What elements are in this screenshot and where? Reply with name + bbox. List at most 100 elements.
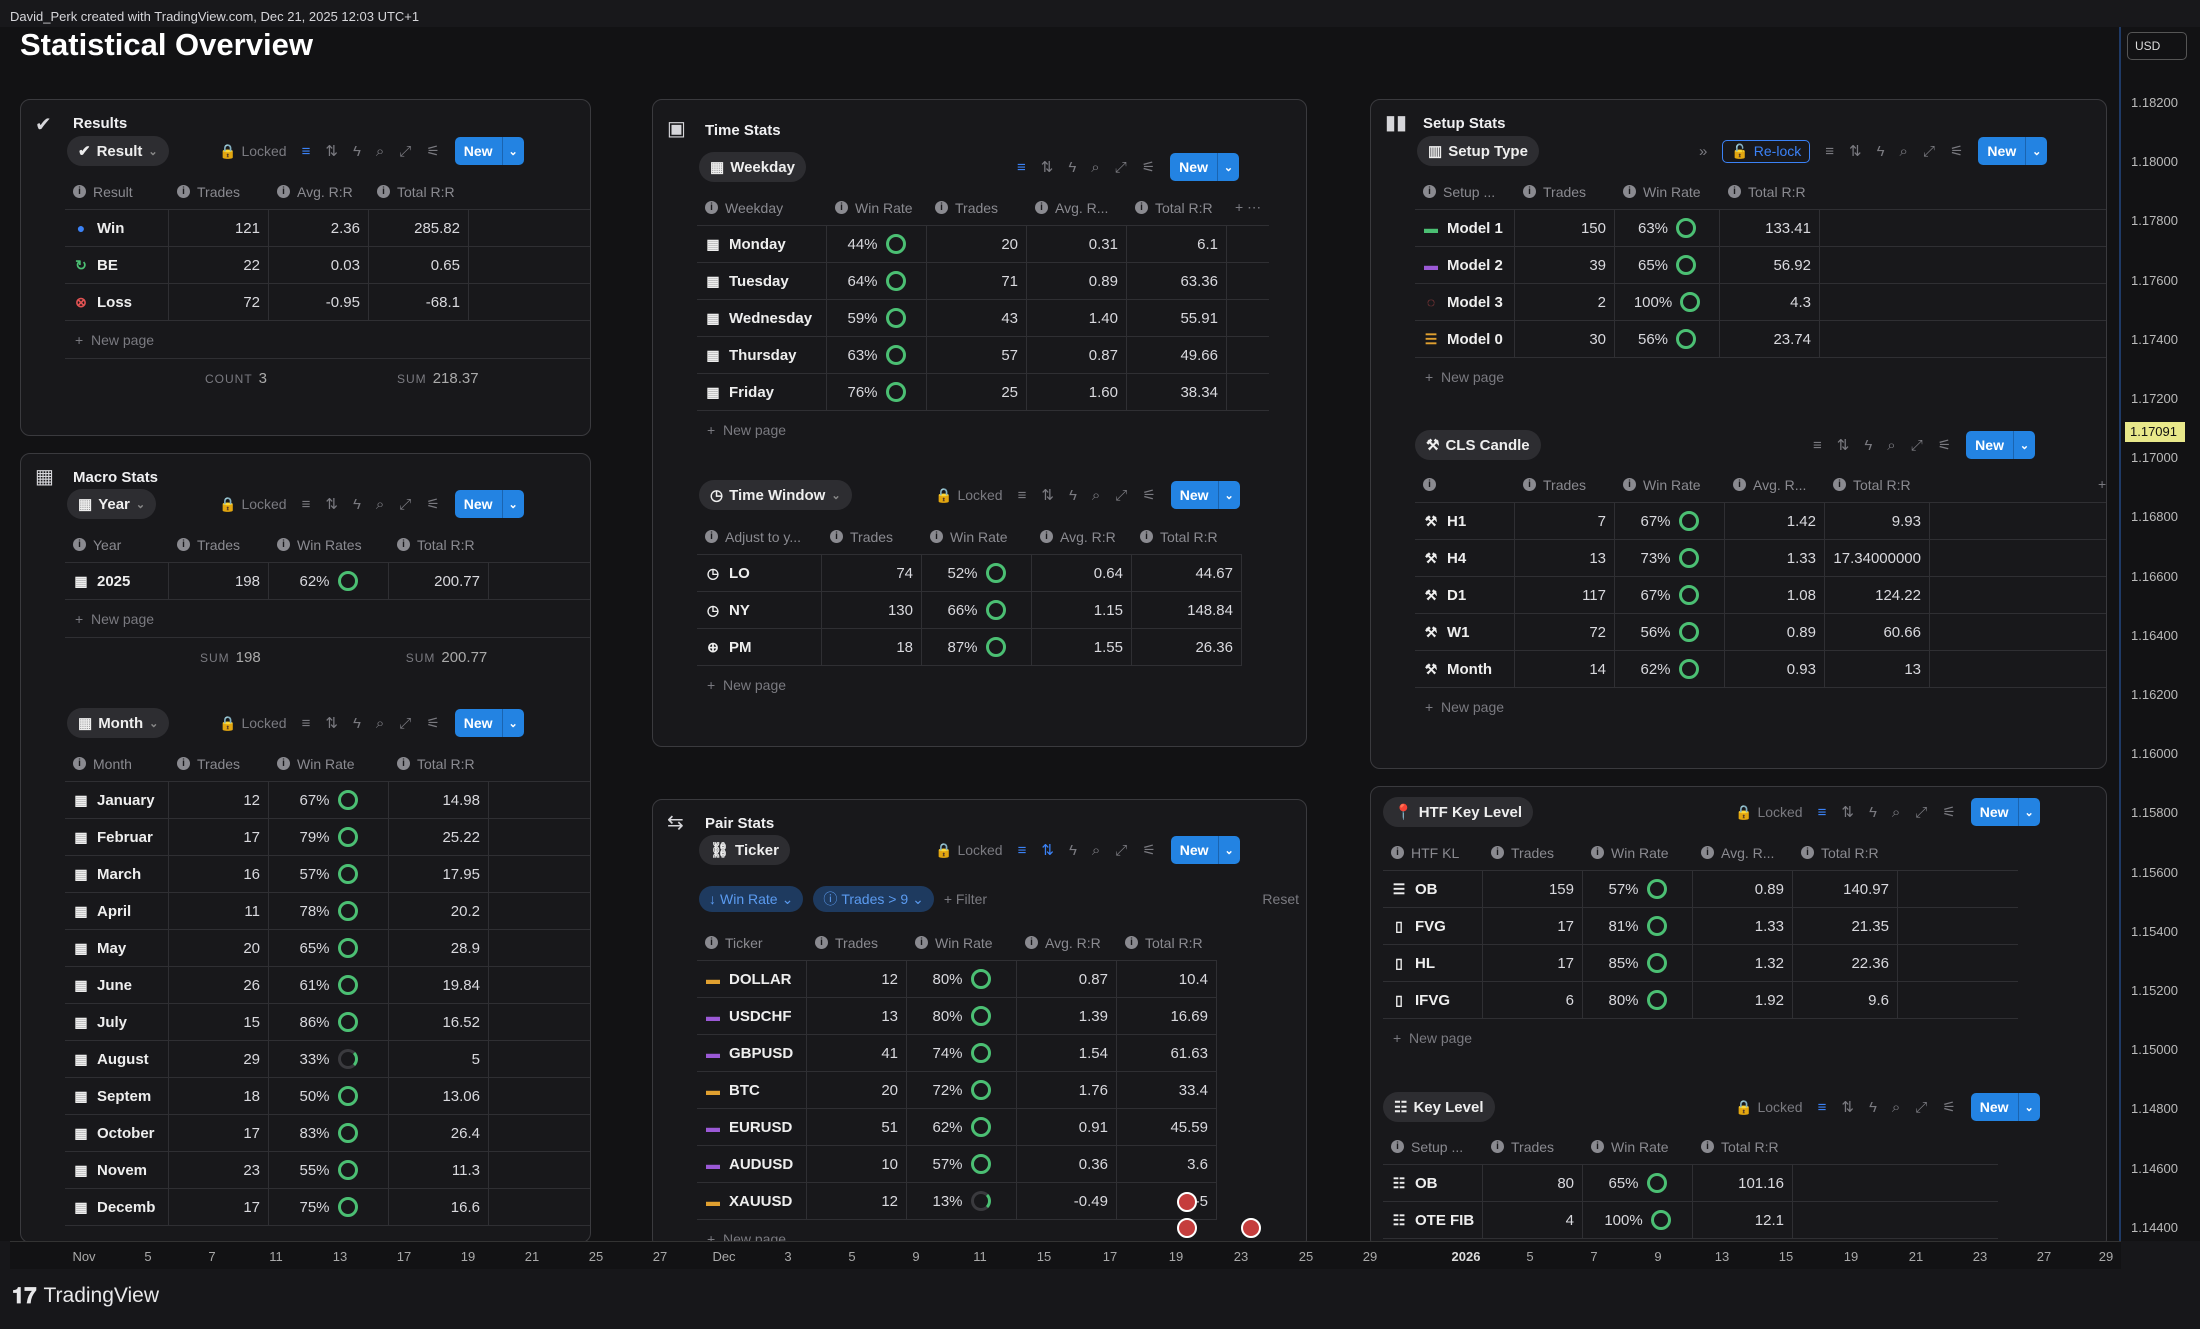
- sort-icon[interactable]: ⇅: [1837, 436, 1850, 454]
- settings-icon[interactable]: ⚟: [1942, 803, 1955, 821]
- view-tab-month[interactable]: ▦ Month ⌄: [67, 708, 170, 738]
- tradingview-logo[interactable]: 𝟏𝟕 TradingView: [12, 1283, 159, 1309]
- settings-icon[interactable]: ⚟: [426, 142, 439, 160]
- table-row[interactable]: ▦ 2025 198 62% 200.77: [65, 563, 590, 600]
- table-row[interactable]: ▦ Wednesday 59% 43 1.40 55.91: [697, 300, 1270, 337]
- table-row[interactable]: ▦ June 26 61% 19.84: [65, 967, 590, 1004]
- view-tab-result[interactable]: ✔ Result ⌄: [67, 136, 169, 166]
- table-row[interactable]: ▦ October 17 83% 26.4: [65, 1115, 590, 1152]
- table-row[interactable]: ▦ Tuesday 64% 71 0.89 63.36: [697, 263, 1270, 300]
- new-page-button[interactable]: + New page: [65, 321, 590, 358]
- view-tab-htf-key-level[interactable]: 📍 HTF Key Level: [1383, 797, 1534, 827]
- search-icon[interactable]: ⌕: [1092, 842, 1100, 859]
- sort-icon[interactable]: ⇅: [1041, 158, 1054, 176]
- filter-icon[interactable]: ≡: [1818, 804, 1827, 821]
- locked-toggle[interactable]: 🔒 Locked: [1735, 1099, 1803, 1116]
- view-tab-weekday[interactable]: ▦ Weekday: [699, 152, 806, 182]
- search-icon[interactable]: ⌕: [1892, 1099, 1900, 1116]
- expand-icon[interactable]: ⤢: [1915, 1099, 1927, 1116]
- view-tab-time-window[interactable]: ◷ Time Window ⌄: [699, 480, 852, 510]
- view-tab-setup-type[interactable]: ▥ Setup Type: [1417, 136, 1539, 166]
- settings-icon[interactable]: ⚟: [1942, 1098, 1955, 1116]
- expand-icon[interactable]: ⤢: [399, 143, 411, 160]
- search-icon[interactable]: ⌕: [1887, 437, 1895, 454]
- new-page-button[interactable]: + New page: [697, 411, 1269, 448]
- table-row[interactable]: ▦ Thursday 63% 57 0.87 49.66: [697, 337, 1270, 374]
- table-row[interactable]: ⚒ W1 72 56% 0.89 60.66: [1415, 614, 2106, 651]
- table-row[interactable]: ▯ HL 17 85% 1.32 22.36: [1383, 945, 2018, 982]
- expand-icon[interactable]: ⤢: [399, 715, 411, 732]
- reset-button[interactable]: Reset: [1262, 891, 1299, 907]
- us-flag-icon[interactable]: [1177, 1192, 1197, 1212]
- new-button[interactable]: New ⌄: [1966, 431, 2035, 459]
- automation-icon[interactable]: ϟ: [1877, 143, 1885, 160]
- us-flag-icon[interactable]: [1241, 1218, 1261, 1238]
- table-row[interactable]: ☷ OTE FIB 4 100% 12.1: [1383, 1202, 1998, 1239]
- automation-icon[interactable]: ϟ: [1069, 487, 1077, 504]
- table-row[interactable]: ▦ May 20 65% 28.9: [65, 930, 590, 967]
- table-row[interactable]: ▦ Februar 17 79% 25.22: [65, 819, 590, 856]
- table-row[interactable]: ▬ EURUSD 51 62% 0.91 45.59: [697, 1109, 1217, 1146]
- new-button[interactable]: New ⌄: [454, 490, 524, 518]
- expand-icon[interactable]: ⤢: [1115, 159, 1127, 176]
- new-button[interactable]: New ⌄: [454, 137, 524, 165]
- table-row[interactable]: ↻ BE 22 0.03 0.65: [65, 247, 590, 284]
- us-flag-icon[interactable]: [1177, 1218, 1197, 1238]
- new-button[interactable]: New ⌄: [1970, 1093, 2040, 1121]
- new-page-button[interactable]: + New page: [1383, 1019, 2018, 1056]
- table-row[interactable]: ▦ July 15 86% 16.52: [65, 1004, 590, 1041]
- table-row[interactable]: ▦ March 16 57% 17.95: [65, 856, 590, 893]
- search-icon[interactable]: ⌕: [376, 496, 384, 513]
- settings-icon[interactable]: ⚟: [1142, 486, 1155, 504]
- settings-icon[interactable]: ⚟: [1938, 436, 1951, 454]
- automation-icon[interactable]: ϟ: [1869, 1099, 1877, 1116]
- table-row[interactable]: ⊕ PM 18 87% 1.55 26.36: [697, 629, 1242, 666]
- table-row[interactable]: ⚒ D1 117 67% 1.08 124.22: [1415, 577, 2106, 614]
- chevron-down-icon[interactable]: ⌄: [2017, 798, 2040, 826]
- add-filter-button[interactable]: + Filter: [944, 891, 987, 907]
- sort-icon[interactable]: ⇅: [325, 714, 338, 732]
- new-page-button[interactable]: + New page: [1415, 358, 2106, 395]
- sort-icon[interactable]: ⇅: [1841, 1098, 1854, 1116]
- table-row[interactable]: ▦ Decemb 17 75% 16.6: [65, 1189, 590, 1226]
- automation-icon[interactable]: ϟ: [1869, 804, 1877, 821]
- table-row[interactable]: ▦ Septem 18 50% 13.06: [65, 1078, 590, 1115]
- sort-icon[interactable]: ⇅: [1849, 142, 1862, 160]
- settings-icon[interactable]: ⚟: [426, 495, 439, 513]
- new-button[interactable]: New ⌄: [1970, 798, 2040, 826]
- automation-icon[interactable]: ϟ: [353, 496, 361, 513]
- settings-icon[interactable]: ⚟: [1142, 841, 1155, 859]
- table-row[interactable]: ▬ BTC 20 72% 1.76 33.4: [697, 1072, 1217, 1109]
- table-row[interactable]: ▬ XAUUSD 12 13% -0.49 -5: [697, 1183, 1217, 1220]
- search-icon[interactable]: ⌕: [1892, 804, 1900, 821]
- filter-icon[interactable]: ≡: [1818, 1099, 1827, 1116]
- settings-icon[interactable]: ⚟: [426, 714, 439, 732]
- table-row[interactable]: ▯ FVG 17 81% 1.33 21.35: [1383, 908, 2018, 945]
- new-page-button[interactable]: + New page: [65, 600, 590, 637]
- chevron-down-icon[interactable]: ⌄: [1217, 481, 1240, 509]
- table-row[interactable]: ▦ April 11 78% 20.2: [65, 893, 590, 930]
- settings-icon[interactable]: ⚟: [1950, 142, 1963, 160]
- settings-icon[interactable]: ⚟: [1142, 158, 1155, 176]
- view-tab-ticker[interactable]: ⛓ Ticker: [699, 835, 790, 865]
- filter-icon[interactable]: ≡: [1018, 487, 1027, 504]
- table-row[interactable]: ⊗ Loss 72 -0.95 -68.1: [65, 284, 590, 321]
- time-axis[interactable]: Nov 5 7 11 13 17 19 21 25 27 Dec 3 5 9 11 15 17 19 23 25 29 2…: [10, 1241, 2121, 1269]
- sort-icon[interactable]: ⇅: [1041, 486, 1054, 504]
- table-row[interactable]: ▬ Model 2 39 65% 56.92: [1415, 247, 2106, 284]
- table-row[interactable]: ☰ Model 0 30 56% 23.74: [1415, 321, 2106, 358]
- view-tab-key-level[interactable]: ☷ Key Level: [1383, 1092, 1495, 1122]
- table-row[interactable]: ▬ DOLLAR 12 80% 0.87 10.4: [697, 961, 1217, 998]
- sort-icon[interactable]: ⇅: [325, 142, 338, 160]
- new-button[interactable]: New ⌄: [1170, 836, 1240, 864]
- sort-chip[interactable]: ↓ Win Rate ⌄: [699, 886, 804, 912]
- filter-icon[interactable]: ≡: [1017, 159, 1026, 176]
- table-row[interactable]: ▬ Model 1 150 63% 133.41: [1415, 210, 2106, 247]
- filter-icon[interactable]: ≡: [302, 496, 311, 513]
- table-row[interactable]: ▬ USDCHF 13 80% 1.39 16.69: [697, 998, 1217, 1035]
- double-chevron-icon[interactable]: »: [1699, 143, 1707, 160]
- filter-chip[interactable]: ⓘ Trades > 9 ⌄: [813, 886, 934, 912]
- table-row[interactable]: ▬ GBPUSD 41 74% 1.54 61.63: [697, 1035, 1217, 1072]
- new-page-button[interactable]: + New page: [697, 666, 1242, 703]
- filter-icon[interactable]: ≡: [1018, 842, 1027, 859]
